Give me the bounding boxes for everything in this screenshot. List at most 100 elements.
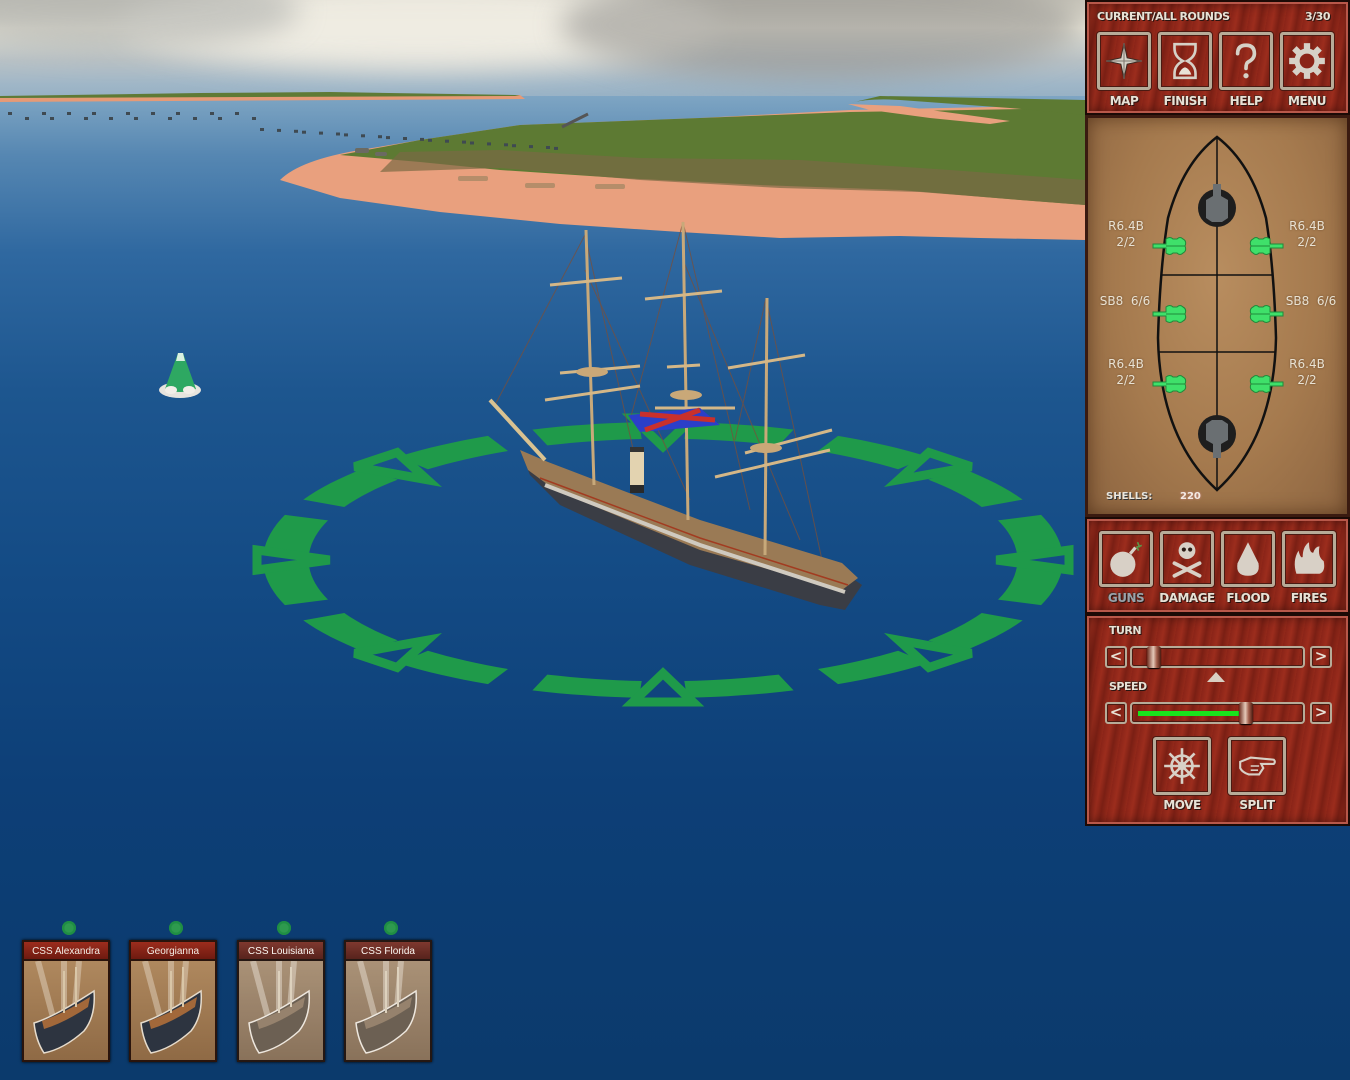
rudder-center-marker xyxy=(1207,672,1225,682)
gun-label-mid-starboard: SB8 6/6 xyxy=(1285,294,1337,308)
speed-decrease-button[interactable]: < xyxy=(1105,702,1127,724)
help-button-label: HELP xyxy=(1229,94,1263,108)
status-panel: GUNS DAMAGE FLOOD FIRES xyxy=(1085,517,1350,614)
move-button[interactable] xyxy=(1153,737,1211,795)
help-button[interactable] xyxy=(1219,32,1273,90)
piling xyxy=(168,117,172,120)
piling xyxy=(176,112,180,115)
turn-label: TURN xyxy=(1109,624,1142,637)
hull-outline xyxy=(1156,135,1278,492)
stern-pivot-gun[interactable] xyxy=(1198,415,1236,458)
skull-crossbones-icon xyxy=(1172,542,1202,578)
piling xyxy=(462,140,466,144)
piling xyxy=(319,131,323,135)
finish-button[interactable] xyxy=(1158,32,1212,90)
ship-damage-diagram: R6.4B 2/2 R6.4B 2/2 SB8 6/6 SB8 6/6 R6.4… xyxy=(1085,115,1350,517)
compass-star-icon xyxy=(1106,43,1142,79)
piling xyxy=(504,143,508,147)
distant-island xyxy=(0,92,525,102)
ring-segment xyxy=(263,567,328,606)
ring-segment xyxy=(684,674,794,698)
piling xyxy=(42,112,46,115)
rounds-counter: 3/30 xyxy=(1305,10,1330,23)
ship-card-name: CSS Florida xyxy=(346,942,430,961)
fleet-ship-card[interactable]: Georgianna xyxy=(129,940,217,1062)
gun-label-bow-starboard: R6.4B 2/2 xyxy=(1289,219,1325,249)
gun-label-bow-port: R6.4B 2/2 xyxy=(1108,219,1144,249)
bow-pivot-gun[interactable] xyxy=(1198,184,1236,227)
piling xyxy=(294,129,298,133)
gun-label-stern-starboard: R6.4B 2/2 xyxy=(1289,357,1325,387)
speed-slider[interactable] xyxy=(1130,702,1305,724)
map-button[interactable] xyxy=(1097,32,1151,90)
piling xyxy=(92,112,96,115)
speed-slider-thumb[interactable] xyxy=(1238,702,1253,724)
piling xyxy=(260,128,264,131)
piling xyxy=(487,142,491,146)
piling xyxy=(344,133,348,137)
damage-button[interactable] xyxy=(1160,531,1214,587)
ring-segment xyxy=(532,422,642,446)
water-drop-icon xyxy=(1237,542,1259,576)
ship-status-indicator xyxy=(169,921,183,935)
broadside-gun-port-3[interactable] xyxy=(1152,373,1198,395)
ship-portrait xyxy=(355,961,418,1054)
gun-label-mid-port: SB8 6/6 xyxy=(1099,294,1151,308)
fleet-ship-card[interactable]: CSS Alexandra xyxy=(22,940,110,1062)
menu-button[interactable] xyxy=(1280,32,1334,90)
ring-segment xyxy=(998,567,1063,606)
speed-label: SPEED xyxy=(1109,680,1147,693)
ship-status-indicator xyxy=(277,921,291,935)
movement-range-ring[interactable] xyxy=(252,413,1074,707)
piling xyxy=(420,137,424,141)
piling xyxy=(546,146,550,149)
piling xyxy=(361,134,365,138)
bomb-icon xyxy=(1110,541,1143,577)
piling xyxy=(252,117,256,120)
turn-slider-thumb[interactable] xyxy=(1146,646,1161,668)
turn-slider[interactable] xyxy=(1130,646,1305,668)
ship-card-name: CSS Alexandra xyxy=(24,942,108,961)
speed-increase-button[interactable]: > xyxy=(1310,702,1332,724)
guns-button-label: GUNS xyxy=(1107,591,1145,605)
speed-slider-fill xyxy=(1138,711,1239,716)
piling xyxy=(84,117,88,120)
ship-portrait xyxy=(248,961,311,1054)
shells-count: 220 xyxy=(1180,491,1201,502)
piling xyxy=(512,144,516,148)
piling xyxy=(378,135,382,139)
rounds-panel: CURRENT/ALL ROUNDS 3/30 MAP FINISH HELP … xyxy=(1085,0,1350,115)
ring-direction-arrow[interactable] xyxy=(252,544,331,576)
turn-right-button[interactable]: > xyxy=(1310,646,1332,668)
broadside-gun-port-1[interactable] xyxy=(1152,235,1198,257)
turn-left-button[interactable]: < xyxy=(1105,646,1127,668)
guns-button[interactable] xyxy=(1099,531,1153,587)
piling xyxy=(403,137,407,140)
island xyxy=(280,96,1085,240)
gun-label-stern-port: R6.4B 2/2 xyxy=(1108,357,1144,387)
fleet-ship-card[interactable]: CSS Louisiana xyxy=(237,940,325,1062)
split-button[interactable] xyxy=(1228,737,1286,795)
movement-controls: TURN < > SPEED < > MOVE SPLIT xyxy=(1085,614,1350,826)
piling xyxy=(302,130,306,134)
piling xyxy=(235,112,239,115)
fleet-ship-card[interactable]: CSS Florida xyxy=(344,940,432,1062)
piling xyxy=(50,117,54,120)
player-ship-css-alexandra[interactable] xyxy=(488,221,862,610)
ship-portrait xyxy=(140,961,203,1054)
fires-button[interactable] xyxy=(1282,531,1336,587)
ship-wheel-icon xyxy=(1164,748,1200,784)
piling xyxy=(218,117,222,120)
piling xyxy=(210,112,214,115)
piling xyxy=(134,117,138,120)
piling xyxy=(277,128,281,132)
piling xyxy=(428,138,432,142)
buoy-marker[interactable] xyxy=(159,353,201,398)
ring-direction-arrow[interactable] xyxy=(621,667,705,707)
finish-button-label: FINISH xyxy=(1163,94,1207,108)
ship-card-name: Georgianna xyxy=(131,942,215,961)
flood-button[interactable] xyxy=(1221,531,1275,587)
ring-direction-arrow[interactable] xyxy=(995,544,1074,576)
piling xyxy=(126,112,130,115)
menu-button-label: MENU xyxy=(1288,94,1326,108)
